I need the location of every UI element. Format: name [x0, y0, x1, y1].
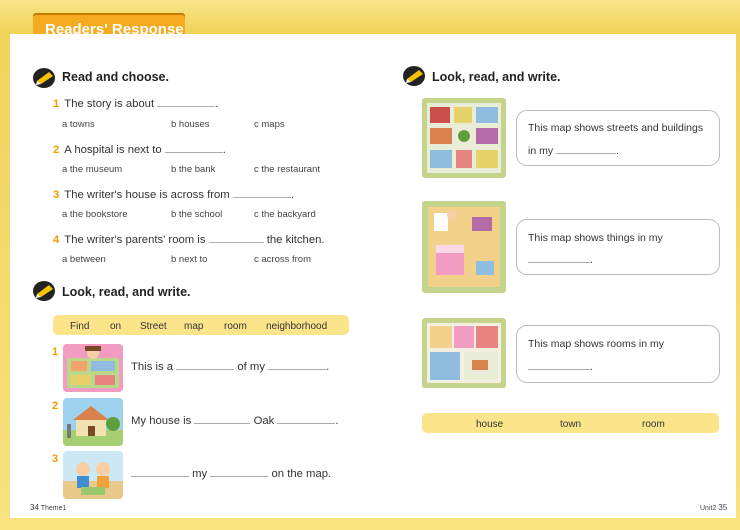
question-1: 1 The story is about .	[53, 97, 219, 110]
option-c[interactable]: c maps	[254, 119, 285, 130]
answer-blank[interactable]	[528, 253, 590, 263]
answer-blank[interactable]	[277, 414, 336, 424]
bubble-text-line2: in my .	[528, 144, 619, 157]
exercise-1-sentence: This is a of my .	[131, 360, 330, 373]
option-b[interactable]: b houses	[171, 119, 210, 130]
answer-bubble: This map shows streets and buildings in …	[516, 110, 720, 166]
exercise-2-sentence: My house is Oak .	[131, 414, 339, 427]
answer-bubble: This map shows rooms in my .	[516, 325, 720, 383]
option-b[interactable]: b next to	[171, 254, 207, 265]
word-bank-item: room	[224, 321, 247, 332]
exercise-number: 1	[52, 346, 59, 358]
page-number: 34	[30, 503, 39, 512]
word-bank-item: room	[642, 419, 665, 430]
question-4: 4 The writer's parents' room is the kitch…	[53, 233, 325, 246]
answer-blank[interactable]	[208, 233, 264, 243]
exercise-3-sentence: my on the map.	[131, 467, 331, 480]
footer-label: Unit2	[700, 505, 717, 512]
answer-blank[interactable]	[268, 360, 327, 370]
left-page-footer: 34 Theme1	[30, 503, 66, 512]
answer-blank[interactable]	[194, 414, 251, 424]
answer-blank[interactable]	[528, 360, 590, 370]
children-map-illustration	[63, 451, 123, 499]
bubble-text-line2: .	[528, 360, 593, 373]
answer-blank[interactable]	[176, 360, 235, 370]
word-bank-item: on	[110, 321, 122, 332]
word-bank-item: Street	[140, 321, 167, 332]
word-bank: house town room	[422, 413, 719, 433]
answer-blank[interactable]	[210, 467, 269, 477]
answer-blank[interactable]	[556, 144, 617, 154]
page-spread: Read and choose. 1 The story is about . a…	[10, 34, 736, 518]
page-number: 35	[718, 503, 728, 512]
option-a[interactable]: a towns	[62, 119, 95, 130]
word-bank-item: neighborhood	[266, 321, 328, 332]
pencil-badge-icon	[32, 67, 58, 89]
option-a[interactable]: a the bookstore	[62, 209, 128, 220]
word-bank-item: town	[560, 419, 582, 430]
answer-blank[interactable]	[164, 143, 223, 153]
question-2: 2A hospital is next to .	[53, 143, 226, 156]
bubble-text-line2: .	[528, 253, 593, 266]
section2-title: Look, read, and write.	[62, 285, 191, 299]
bubble-text: This map shows streets and buildings	[528, 122, 704, 134]
pencil-badge-icon	[402, 65, 428, 87]
word-bank-item: house	[476, 419, 504, 430]
question-3: 3 The writer's house is across from .	[53, 188, 294, 201]
word-bank-item: map	[184, 321, 204, 332]
bubble-text: This map shows rooms in my	[528, 338, 664, 350]
textbook-spread: Readers' Response Read and choose. 1 The …	[0, 0, 740, 530]
section3-title: Look, read, and write.	[432, 70, 561, 84]
exercise-number: 3	[52, 453, 59, 465]
pencil-badge-icon	[32, 280, 58, 302]
option-b[interactable]: b the school	[171, 209, 222, 220]
footer-label: Theme1	[40, 505, 67, 512]
answer-blank[interactable]	[232, 188, 291, 198]
exercise-number: 2	[52, 400, 59, 412]
answer-blank[interactable]	[157, 97, 216, 107]
answer-bubble: This map shows things in my .	[516, 219, 720, 275]
option-b[interactable]: b the bank	[171, 164, 215, 175]
room-map-illustration	[422, 201, 506, 293]
right-page-footer: Unit2 35	[700, 503, 727, 512]
section1-title: Read and choose.	[62, 70, 169, 84]
option-c[interactable]: c across from	[254, 254, 311, 265]
answer-blank[interactable]	[131, 467, 189, 477]
option-c[interactable]: c the restaurant	[254, 164, 320, 175]
option-a[interactable]: a between	[62, 254, 106, 265]
street-illustration	[63, 398, 123, 446]
word-bank: Find on Street map room neighborhood	[53, 315, 349, 335]
bubble-text: This map shows things in my	[528, 232, 663, 244]
house-floorplan-illustration	[422, 318, 506, 388]
word-bank-item: Find	[70, 321, 90, 332]
option-a[interactable]: a the museum	[62, 164, 122, 175]
option-c[interactable]: c the backyard	[254, 209, 316, 220]
map-illustration	[63, 344, 123, 392]
town-map-illustration	[422, 98, 506, 178]
